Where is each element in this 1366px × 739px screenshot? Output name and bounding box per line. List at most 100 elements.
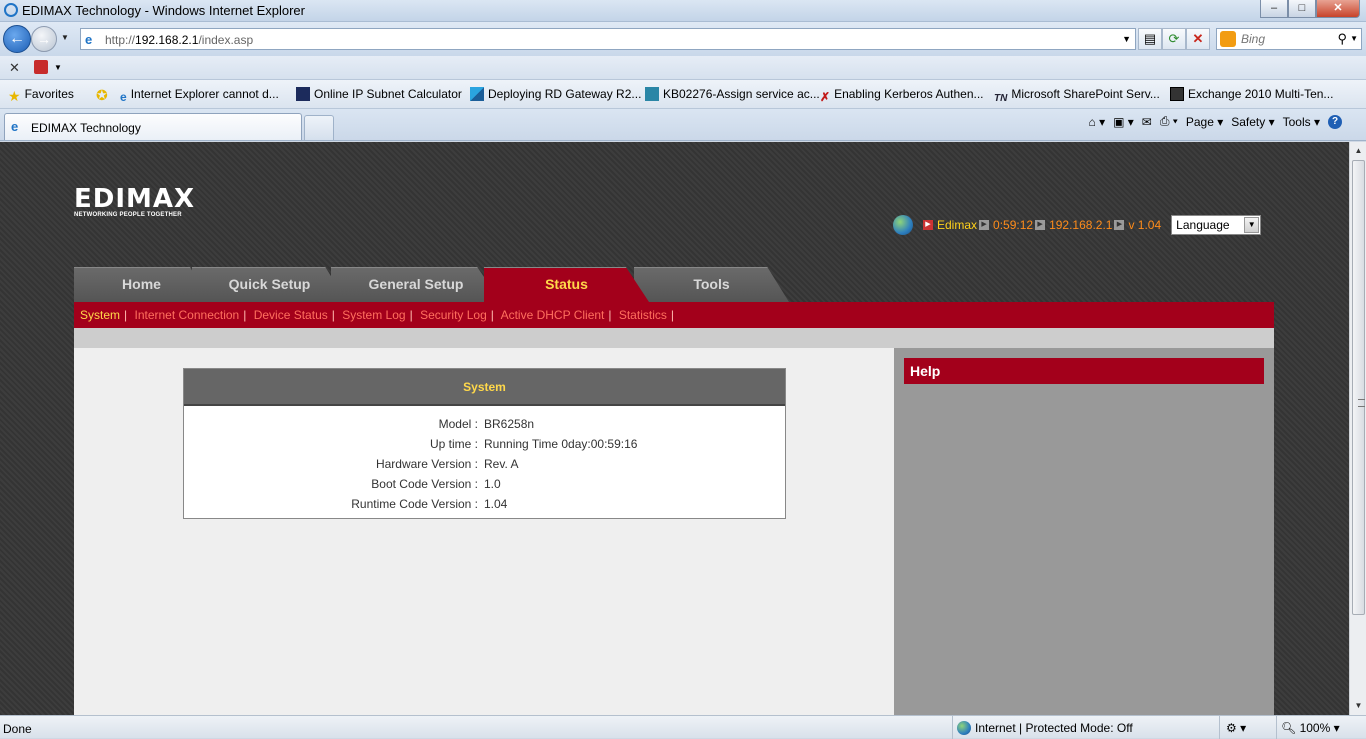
command-bar: ⌂ ▾ ▣ ▾ ✉ ⎙ ▾ Page ▾ Safety ▾ Tools ▾ ? [1080, 114, 1342, 129]
browser-tab[interactable]: e EDIMAX Technology [4, 113, 302, 140]
main-content: System Model : BR6258n Up time : Running T… [74, 348, 894, 715]
favorites-bar: ★ Favorites ✪ e Internet Explorer cannot d… [0, 80, 1366, 109]
print-icon[interactable]: ⎙ ▾ [1160, 114, 1178, 129]
favorite-link-3[interactable]: Deploying RD Gateway R2... [470, 87, 641, 101]
safety-menu[interactable]: Safety ▾ [1231, 115, 1274, 129]
ie-page-icon: e [120, 90, 127, 104]
zoom-icon: 🔍︎ [1281, 721, 1297, 735]
system-table-heading: System [184, 369, 785, 406]
address-bar[interactable]: e http://192.168.2.1/index.asp ▼ [80, 28, 1136, 50]
tab-label: EDIMAX Technology [31, 121, 141, 135]
scroll-up-icon[interactable]: ▲ [1351, 143, 1366, 159]
mail-icon[interactable]: ✉ [1142, 115, 1152, 129]
page-icon [296, 87, 310, 101]
language-select[interactable]: Language ▼ [1171, 215, 1262, 235]
page-icon: ✗ [820, 90, 831, 104]
search-icon[interactable]: ⚲ [1337, 31, 1347, 47]
add-favorite-icon[interactable]: ✪ [96, 87, 108, 104]
favorite-link-4[interactable]: KB02276-Assign service ac... [645, 87, 820, 101]
window-controls: – □ ✕ [1260, 0, 1360, 18]
search-input[interactable] [1239, 30, 1335, 48]
search-box[interactable]: ⚲ ▼ [1216, 28, 1362, 50]
ie-icon [4, 3, 18, 17]
close-window-button[interactable]: ✕ [1316, 0, 1360, 18]
close-toolbar-icon[interactable]: ✕ [9, 60, 20, 76]
status-text: Done [3, 722, 32, 736]
table-row: Boot Code Version :1.0 [371, 477, 501, 491]
address-tools: ▤ ⟳ ✕ [1138, 28, 1210, 50]
tab-quick-setup[interactable]: Quick Setup [192, 267, 347, 302]
security-zone[interactable]: Internet | Protected Mode: Off [952, 716, 1220, 739]
tab-ie-icon: e [11, 119, 19, 134]
refresh-icon[interactable]: ⟳ [1162, 28, 1186, 50]
router-uptime: 0:59:12 [993, 218, 1034, 232]
home-icon[interactable]: ⌂ ▾ [1088, 115, 1105, 129]
page-menu[interactable]: Page ▾ [1186, 115, 1223, 129]
subnav-internet-connection[interactable]: Internet Connection [134, 308, 239, 322]
favorite-link-7[interactable]: Exchange 2010 Multi-Ten... [1170, 87, 1333, 101]
page-icon: TN [994, 93, 1008, 104]
chevron-down-icon[interactable]: ▼ [1244, 217, 1260, 233]
favorite-link-1[interactable]: e Internet Explorer cannot d... [120, 87, 279, 104]
help-menu[interactable]: ? [1328, 114, 1342, 129]
tab-status[interactable]: Status [484, 267, 649, 302]
page-ie-icon: e [85, 32, 93, 47]
arrow-icon: ▶ [923, 220, 933, 230]
zoom-control[interactable]: 🔍︎ 100% ▾ [1276, 716, 1344, 739]
window-title: EDIMAX Technology - Windows Internet Exp… [22, 3, 305, 18]
search-dropdown-icon[interactable]: ▼ [1350, 34, 1358, 43]
help-heading: Help [904, 358, 1264, 384]
table-row: Hardware Version : Rev. A [375, 457, 519, 471]
subnav-statistics[interactable]: Statistics [619, 308, 667, 322]
bing-icon [1220, 31, 1236, 47]
addon-dropdown-icon[interactable]: ▼ [54, 63, 62, 72]
favorite-link-6[interactable]: TN Microsoft SharePoint Serv... [994, 87, 1160, 107]
tools-menu[interactable]: Tools ▾ [1283, 115, 1320, 129]
status-bar: Done Internet | Protected Mode: Off ⚙ ▾ … [0, 715, 1366, 739]
stop-icon[interactable]: ✕ [1186, 28, 1210, 50]
subnav-system[interactable]: System [80, 308, 120, 322]
system-info-table: System Model : BR6258n Up time : Running T… [183, 368, 786, 519]
tab-general-setup[interactable]: General Setup [331, 267, 501, 302]
table-row: Up time : Running Time 0day:00:59:16 [429, 437, 638, 451]
favorite-link-2[interactable]: Online IP Subnet Calculator [296, 87, 462, 101]
new-tab-button[interactable] [304, 115, 334, 140]
maximize-button[interactable]: □ [1288, 0, 1316, 18]
page-icon [470, 87, 484, 101]
tab-row: e EDIMAX Technology ⌂ ▾ ▣ ▾ ✉ ⎙ ▾ Page ▾… [0, 109, 1366, 141]
edimax-logo: EDIMAX NETWORKING PEOPLE TOGETHER [74, 184, 196, 218]
back-button[interactable]: ← [3, 25, 31, 53]
star-icon: ★ [8, 88, 21, 104]
router-info-bar: ▶ Edimax ▶ 0:59:12 ▶ 192.168.2.1 ▶ v 1.0… [893, 214, 1262, 236]
scroll-thumb[interactable] [1352, 160, 1365, 615]
tab-tools[interactable]: Tools [634, 267, 789, 302]
arrow-icon: ▶ [979, 220, 990, 230]
vertical-scrollbar[interactable]: ▲ ▼ [1349, 142, 1366, 715]
window-titlebar: EDIMAX Technology - Windows Internet Exp… [0, 0, 1366, 22]
addon-icon[interactable] [34, 60, 48, 74]
scroll-down-icon[interactable]: ▼ [1351, 698, 1366, 714]
forward-button[interactable]: → [31, 26, 57, 52]
status-subnav: System | Internet Connection | Device Stat… [74, 302, 1274, 328]
table-row: Runtime Code Version :1.04 [351, 497, 508, 511]
tab-home[interactable]: Home [74, 267, 209, 302]
address-dropdown-icon[interactable]: ▼ [1122, 34, 1131, 44]
favorites-button[interactable]: ★ Favorites [8, 87, 74, 104]
page-icon [645, 87, 659, 101]
subnav-device-status[interactable]: Device Status [254, 308, 328, 322]
content-strip [74, 328, 1274, 348]
arrow-icon: ▶ [1114, 220, 1125, 230]
feeds-icon[interactable]: ▣ ▾ [1113, 115, 1134, 129]
history-dropdown-icon[interactable]: ▼ [61, 33, 69, 42]
compatibility-view-icon[interactable]: ▤ [1138, 28, 1162, 50]
address-toolbar: ← → ▼ e http://192.168.2.1/index.asp ▼ ▤… [0, 22, 1366, 56]
protected-mode-icon[interactable]: ⚙ ▾ [1226, 721, 1246, 735]
address-url[interactable]: http://192.168.2.1/index.asp [105, 33, 253, 47]
favorite-link-5[interactable]: ✗ Enabling Kerberos Authen... [820, 87, 984, 104]
globe-icon [893, 215, 913, 235]
table-row: Model : BR6258n [438, 417, 535, 431]
subnav-security-log[interactable]: Security Log [420, 308, 487, 322]
subnav-active-dhcp-client[interactable]: Active DHCP Client [501, 308, 605, 322]
minimize-button[interactable]: – [1260, 0, 1288, 18]
subnav-system-log[interactable]: System Log [342, 308, 405, 322]
